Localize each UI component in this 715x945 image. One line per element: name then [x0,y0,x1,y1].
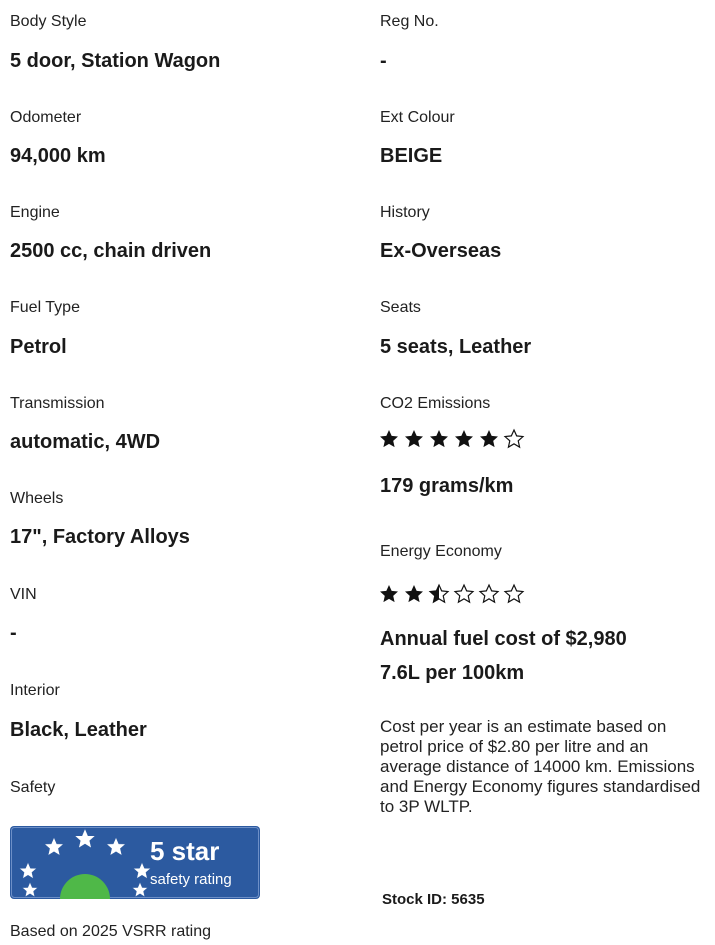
history-label: History [380,204,430,221]
seats-value: 5 seats, Leather [380,336,532,358]
vin-value: - [10,622,17,644]
star-filled-icon [405,430,423,448]
cost-disclaimer: Cost per year is an estimate based on pe… [380,717,701,816]
co2-emissions-label: CO2 Emissions [380,395,491,412]
interior-label: Interior [10,682,60,699]
safety-note: Based on 2025 VSRR rating [10,923,212,940]
wheels-value: 17", Factory Alloys [10,526,190,548]
odometer-value: 94,000 km [10,145,106,167]
vin-label: VIN [10,586,37,603]
star-half-icon [428,583,450,604]
engine-value: 2500 cc, chain driven [10,240,212,262]
star-filled-icon [405,585,423,603]
engine-label: Engine [10,204,60,221]
star-filled-icon [480,430,498,448]
body-style-label: Body Style [10,13,87,30]
safety-rating-badge: 5 star safety rating [10,826,260,899]
star-empty-icon [478,583,500,604]
co2-value: 179 grams/km [380,475,514,497]
star-empty-icon [453,583,475,604]
fuel-consumption: 7.6L per 100km [380,662,525,684]
badge-big-text: 5 star [150,836,219,866]
co2-star-rating [378,428,525,452]
star-filled-icon [455,430,473,448]
ext-colour-value: BEIGE [380,145,443,167]
reg-no-label: Reg No. [380,13,439,30]
transmission-value: automatic, 4WD [10,431,161,453]
seats-label: Seats [380,299,421,316]
reg-no-value: - [380,50,387,72]
star-empty-icon [503,428,525,449]
ext-colour-label: Ext Colour [380,109,455,126]
stock-id: Stock ID: 5635 [382,891,485,908]
star-filled-icon [430,430,448,448]
star-empty-icon [503,583,525,604]
star-filled-icon [380,430,398,448]
star-filled-icon [380,585,398,603]
interior-value: Black, Leather [10,719,147,741]
odometer-label: Odometer [10,109,82,126]
history-value: Ex-Overseas [380,240,502,262]
annual-fuel-cost: Annual fuel cost of $2,980 [380,628,627,650]
transmission-label: Transmission [10,395,105,412]
fuel-type-label: Fuel Type [10,299,80,316]
body-style-value: 5 door, Station Wagon [10,50,221,72]
energy-economy-label: Energy Economy [380,543,502,560]
badge-small-text: safety rating [150,871,232,888]
wheels-label: Wheels [10,490,64,507]
fuel-type-value: Petrol [10,336,67,358]
safety-label: Safety [10,779,56,796]
energy-star-rating [378,583,525,607]
